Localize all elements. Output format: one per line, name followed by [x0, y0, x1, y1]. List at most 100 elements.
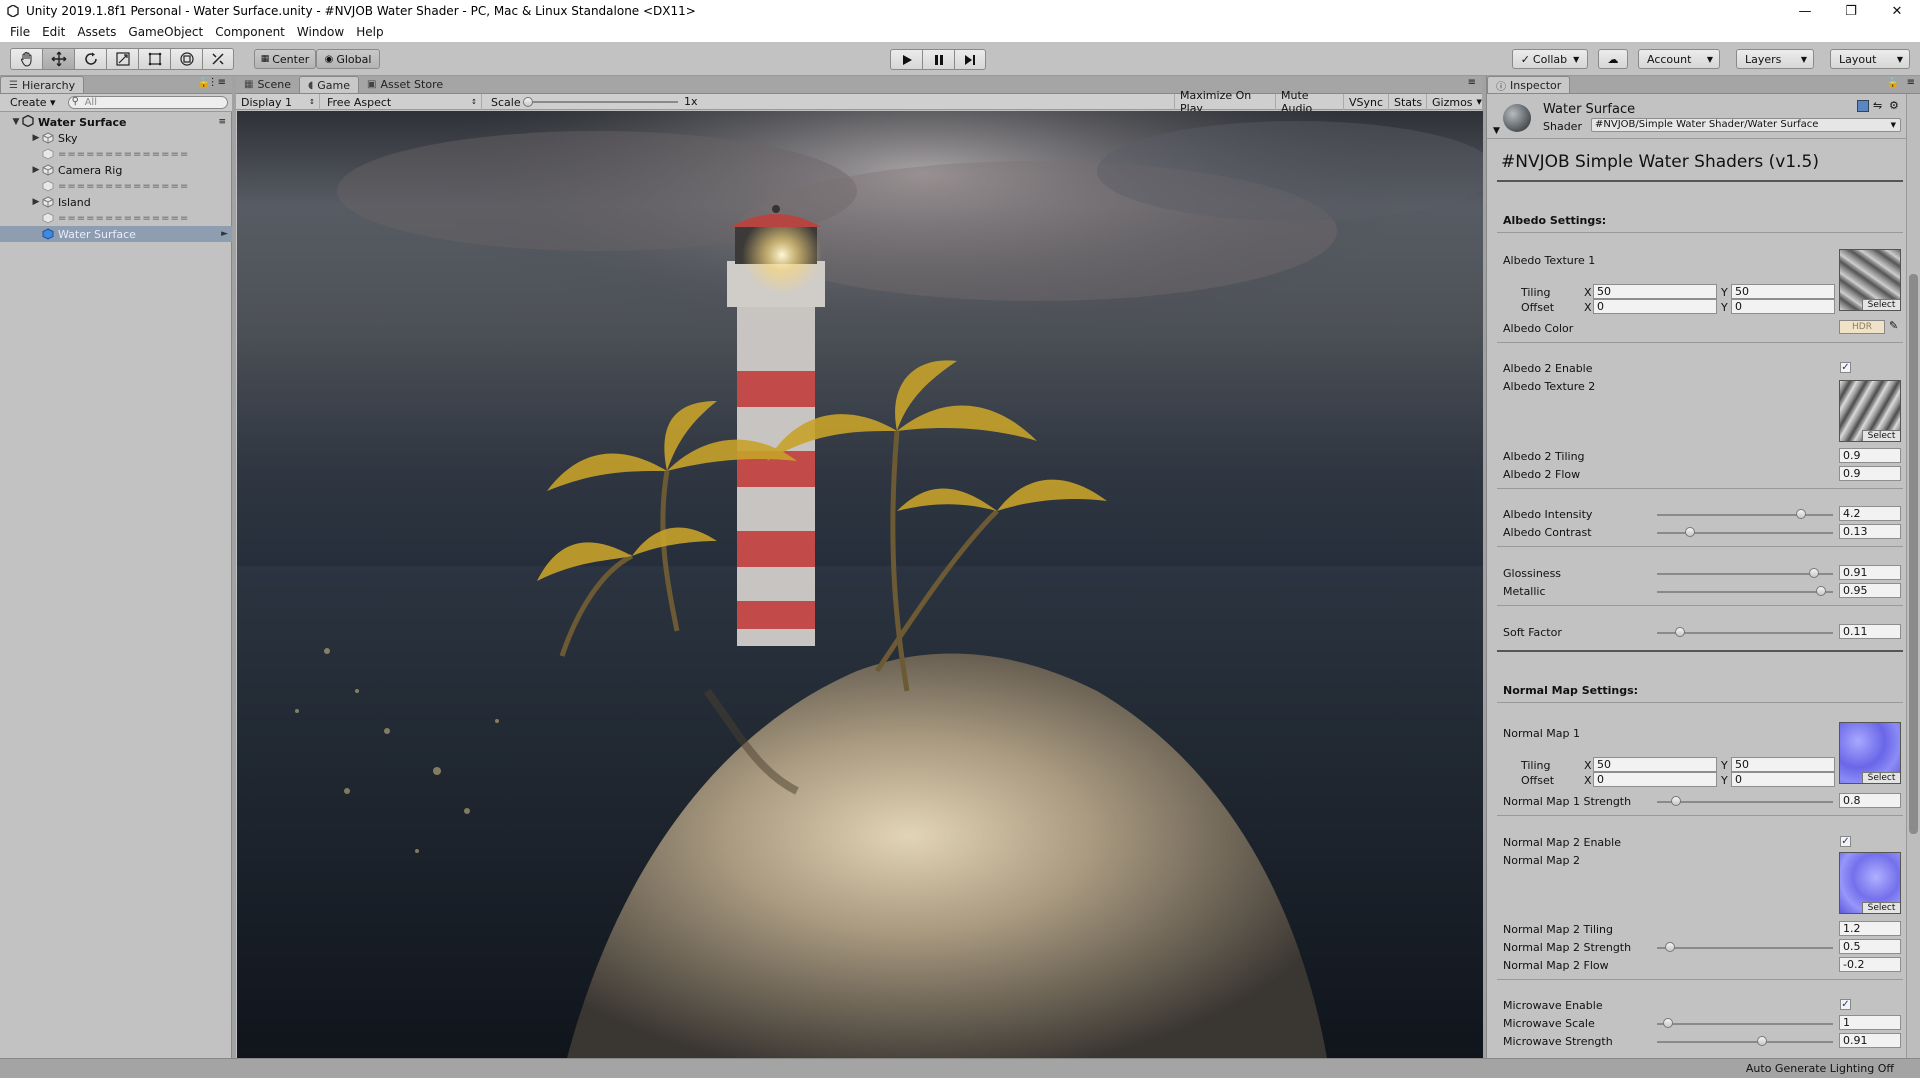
- menu-gameobject[interactable]: GameObject: [122, 25, 209, 39]
- minimize-icon[interactable]: —: [1782, 0, 1828, 22]
- hierarchy-item-water-surface[interactable]: Water Surface ►: [0, 226, 232, 242]
- hierarchy-item-separator[interactable]: ==============: [0, 146, 232, 162]
- soft-factor-thumb[interactable]: [1675, 627, 1685, 637]
- glossiness-thumb[interactable]: [1809, 568, 1819, 578]
- help-book-icon[interactable]: [1857, 100, 1869, 112]
- expand-arrow-icon[interactable]: ▶: [30, 197, 42, 207]
- custom-tool-icon[interactable]: [202, 48, 234, 70]
- gear-icon[interactable]: ⚙: [1889, 99, 1899, 112]
- tab-asset-store[interactable]: ▣ Asset Store: [359, 76, 451, 93]
- normal-2-flow-field[interactable]: -0.2: [1839, 957, 1901, 972]
- scale-tool-icon[interactable]: [106, 48, 138, 70]
- scale-slider-thumb[interactable]: [523, 97, 533, 107]
- space-global-button[interactable]: ◉ Global: [316, 49, 380, 69]
- panel-menu-icon[interactable]: ⋮≡: [208, 77, 226, 88]
- expand-arrow-icon[interactable]: ▶: [30, 165, 42, 175]
- step-icon[interactable]: [954, 49, 986, 70]
- preset-icon[interactable]: ⇋: [1873, 99, 1882, 112]
- glossiness-slider[interactable]: [1657, 573, 1833, 575]
- microwave-strength-field[interactable]: 0.91: [1839, 1033, 1901, 1048]
- chevron-right-icon[interactable]: ►: [221, 229, 228, 239]
- albedo-2-flow-field[interactable]: 0.9: [1839, 466, 1901, 481]
- hierarchy-item-camera-rig[interactable]: ▶ Camera Rig: [0, 162, 232, 178]
- shader-dropdown[interactable]: #NVJOB/Simple Water Shader/Water Surface…: [1591, 118, 1901, 132]
- select-texture-button[interactable]: Select: [1862, 772, 1900, 783]
- hierarchy-item-separator[interactable]: ==============: [0, 210, 232, 226]
- expand-arrow-icon[interactable]: ▶: [30, 133, 42, 143]
- pivot-center-button[interactable]: ▦ Center: [254, 49, 316, 69]
- albedo-contrast-slider[interactable]: [1657, 532, 1833, 534]
- tab-scene[interactable]: ▦ Scene: [236, 76, 299, 93]
- metallic-thumb[interactable]: [1816, 586, 1826, 596]
- lighting-status[interactable]: Auto Generate Lighting Off: [1746, 1062, 1894, 1075]
- albedo-2-tiling-field[interactable]: 0.9: [1839, 448, 1901, 463]
- maximize-icon[interactable]: ❐: [1828, 0, 1874, 22]
- hierarchy-item-island[interactable]: ▶ Island: [0, 194, 232, 210]
- panel-menu-icon[interactable]: ≡: [1468, 77, 1476, 88]
- microwave-strength-slider[interactable]: [1657, 1041, 1833, 1043]
- rotate-tool-icon[interactable]: [74, 48, 106, 70]
- metallic-field[interactable]: 0.95: [1839, 583, 1901, 598]
- vsync-toggle[interactable]: VSync: [1344, 94, 1389, 110]
- normal-1-strength-field[interactable]: 0.8: [1839, 793, 1901, 808]
- albedo-intensity-field[interactable]: 4.2: [1839, 506, 1901, 521]
- menu-component[interactable]: Component: [209, 25, 291, 39]
- normal-1-strength-thumb[interactable]: [1671, 796, 1681, 806]
- select-texture-button[interactable]: Select: [1862, 902, 1900, 913]
- tab-hierarchy[interactable]: ☰ Hierarchy: [0, 76, 85, 93]
- foldout-arrow-icon[interactable]: ▼: [1493, 126, 1500, 136]
- gizmos-dropdown[interactable]: Gizmos ▼: [1427, 94, 1482, 110]
- normal-2-strength-thumb[interactable]: [1665, 942, 1675, 952]
- menu-window[interactable]: Window: [291, 25, 350, 39]
- albedo-texture-2-thumbnail[interactable]: Select: [1839, 380, 1901, 442]
- glossiness-field[interactable]: 0.91: [1839, 565, 1901, 580]
- albedo-1-tiling-x[interactable]: 50: [1593, 284, 1717, 299]
- account-dropdown[interactable]: Account ▼: [1638, 49, 1720, 69]
- mute-audio-toggle[interactable]: Mute Audio: [1276, 89, 1344, 115]
- scene-menu-icon[interactable]: ≡: [218, 117, 226, 127]
- metallic-slider[interactable]: [1657, 591, 1833, 593]
- microwave-scale-field[interactable]: 1: [1839, 1015, 1901, 1030]
- normal-2-tiling-field[interactable]: 1.2: [1839, 921, 1901, 936]
- game-viewport[interactable]: [237, 111, 1483, 1058]
- albedo-1-tiling-y[interactable]: 50: [1731, 284, 1835, 299]
- normal-1-tiling-y[interactable]: 50: [1731, 757, 1835, 772]
- normal-2-enable-checkbox[interactable]: ✓: [1840, 836, 1851, 847]
- close-icon[interactable]: ✕: [1874, 0, 1920, 22]
- scrollbar-thumb[interactable]: [1909, 274, 1918, 834]
- transform-tool-icon[interactable]: [170, 48, 202, 70]
- select-texture-button[interactable]: Select: [1862, 299, 1900, 310]
- tab-inspector[interactable]: ⓘ Inspector: [1487, 76, 1571, 93]
- hand-tool-icon[interactable]: [10, 48, 42, 70]
- display-dropdown[interactable]: Display 1 ↕: [236, 94, 320, 110]
- hierarchy-item-separator[interactable]: ==============: [0, 178, 232, 194]
- create-dropdown[interactable]: Create ▾: [0, 96, 60, 109]
- hierarchy-item-sky[interactable]: ▶ Sky: [0, 130, 232, 146]
- menu-assets[interactable]: Assets: [71, 25, 122, 39]
- normal-1-offset-x[interactable]: 0: [1593, 772, 1717, 787]
- albedo-2-enable-checkbox[interactable]: ✓: [1840, 362, 1851, 373]
- albedo-intensity-slider[interactable]: [1657, 514, 1833, 516]
- albedo-contrast-field[interactable]: 0.13: [1839, 524, 1901, 539]
- pause-icon[interactable]: [922, 49, 954, 70]
- aspect-dropdown[interactable]: Free Aspect ↕: [322, 94, 482, 110]
- soft-factor-field[interactable]: 0.11: [1839, 624, 1901, 639]
- albedo-color-swatch[interactable]: HDR: [1839, 320, 1885, 334]
- normal-1-offset-y[interactable]: 0: [1731, 772, 1835, 787]
- tab-game[interactable]: ◖ Game: [299, 76, 360, 93]
- move-tool-icon[interactable]: [42, 48, 74, 70]
- albedo-1-offset-x[interactable]: 0: [1593, 299, 1717, 314]
- microwave-strength-thumb[interactable]: [1757, 1036, 1767, 1046]
- normal-1-strength-slider[interactable]: [1657, 801, 1833, 803]
- stats-toggle[interactable]: Stats: [1389, 94, 1427, 110]
- menu-help[interactable]: Help: [350, 25, 389, 39]
- layout-dropdown[interactable]: Layout ▼: [1830, 49, 1910, 69]
- hierarchy-search-input[interactable]: ⚲ All: [67, 96, 228, 109]
- maximize-on-play-toggle[interactable]: Maximize On Play: [1174, 89, 1276, 115]
- rect-tool-icon[interactable]: [138, 48, 170, 70]
- inspector-scrollbar[interactable]: [1906, 94, 1920, 1058]
- menu-edit[interactable]: Edit: [36, 25, 71, 39]
- expand-arrow-icon[interactable]: ▼: [10, 117, 22, 127]
- scene-row[interactable]: ▼ Water Surface ≡: [0, 114, 232, 130]
- play-icon[interactable]: [890, 49, 922, 70]
